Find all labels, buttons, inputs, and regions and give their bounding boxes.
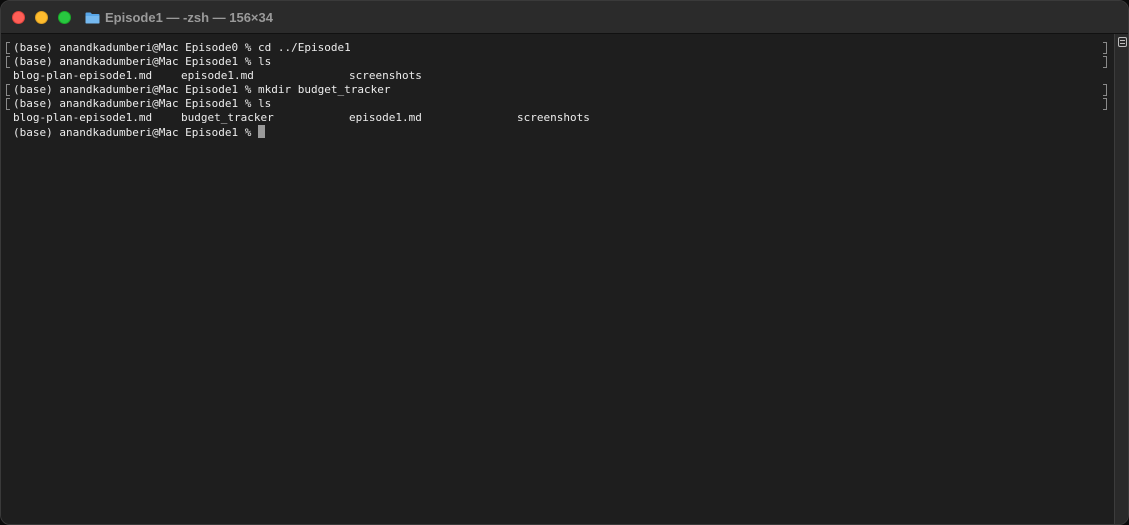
text-cursor [258,125,266,138]
terminal-line: (base) anandkadumberi@Mac Episode1 % ls [13,97,272,110]
terminal-line: (base) anandkadumberi@Mac Episode0 % cd … [13,41,351,54]
minimize-button[interactable] [35,11,48,24]
directory-entry: screenshots [517,111,590,124]
terminal-window: Episode1 — -zsh — 156×34 (base) anandkad… [0,0,1129,525]
terminal-output[interactable]: (base) anandkadumberi@Mac Episode0 % cd … [1,34,1114,524]
prompt-mark-left [6,84,10,96]
ls-output-line: blog-plan-episode1.md budget_tracker epi… [13,111,713,125]
vertical-scrollbar[interactable] [1114,34,1128,524]
window-title-group: Episode1 — -zsh — 156×34 [85,9,273,26]
title-bar[interactable]: Episode1 — -zsh — 156×34 [1,1,1128,34]
prompt-mark-right [1103,84,1107,96]
prompt-mark-left [6,42,10,54]
folder-icon [85,12,100,23]
directory-entry: screenshots [349,69,422,82]
prompt-mark-right [1103,98,1107,110]
file-entry: episode1.md [181,69,254,82]
directory-entry: budget_tracker [181,111,274,124]
file-entry: blog-plan-episode1.md [13,69,153,82]
prompt-mark-right [1103,56,1107,68]
terminal-line: (base) anandkadumberi@Mac Episode1 % mkd… [13,83,391,96]
file-entry: blog-plan-episode1.md [13,111,153,124]
scrollbar-handle-icon[interactable] [1118,37,1127,47]
prompt-mark-right [1103,42,1107,54]
prompt-text: (base) anandkadumberi@Mac Episode1 % [13,126,259,139]
close-button[interactable] [12,11,25,24]
window-title: Episode1 — -zsh — 156×34 [105,10,273,25]
terminal-line: (base) anandkadumberi@Mac Episode1 % ls [13,55,272,68]
current-prompt-line[interactable]: (base) anandkadumberi@Mac Episode1 % [13,125,266,139]
prompt-mark-left [6,98,10,110]
prompt-mark-left [6,56,10,68]
zoom-button[interactable] [58,11,71,24]
file-entry: episode1.md [349,111,422,124]
ls-output-line: blog-plan-episode1.md episode1.md screen… [13,69,713,83]
